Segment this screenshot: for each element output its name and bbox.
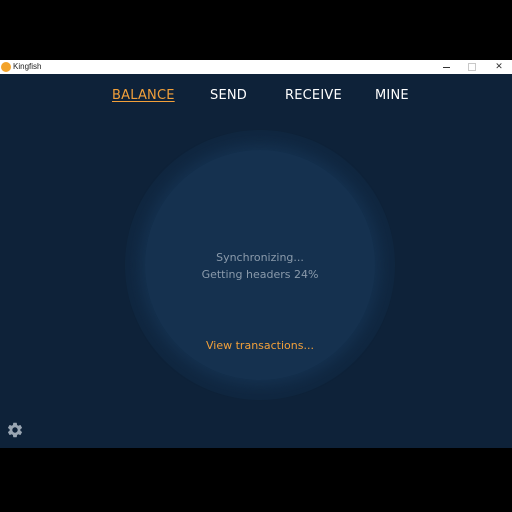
gear-icon — [7, 422, 23, 438]
tab-balance[interactable]: BALANCE — [112, 88, 175, 103]
settings-button[interactable] — [6, 421, 24, 439]
app-window: Kingfish ✕ BALANCE SEND RECEIVE MINE Syn… — [0, 60, 512, 448]
sync-status-text: Synchronizing... — [216, 251, 304, 264]
tab-send[interactable]: SEND — [210, 88, 247, 103]
main-nav: BALANCE SEND RECEIVE MINE — [0, 88, 512, 108]
maximize-icon — [468, 63, 476, 71]
sync-progress-text: Getting headers 24% — [201, 268, 319, 281]
tab-receive[interactable]: RECEIVE — [285, 88, 342, 103]
maximize-button[interactable] — [459, 60, 485, 74]
tab-mine[interactable]: MINE — [375, 88, 409, 103]
minimize-button[interactable] — [433, 60, 459, 74]
window-title: Kingfish — [13, 62, 42, 71]
minimize-icon — [442, 66, 450, 68]
view-transactions-link[interactable]: View transactions... — [145, 339, 375, 352]
screen: Kingfish ✕ BALANCE SEND RECEIVE MINE Syn… — [0, 0, 512, 512]
kingfish-logo-icon — [1, 62, 11, 72]
close-icon: ✕ — [495, 62, 503, 72]
title-bar[interactable]: Kingfish ✕ — [0, 60, 512, 74]
close-button[interactable]: ✕ — [486, 60, 512, 74]
